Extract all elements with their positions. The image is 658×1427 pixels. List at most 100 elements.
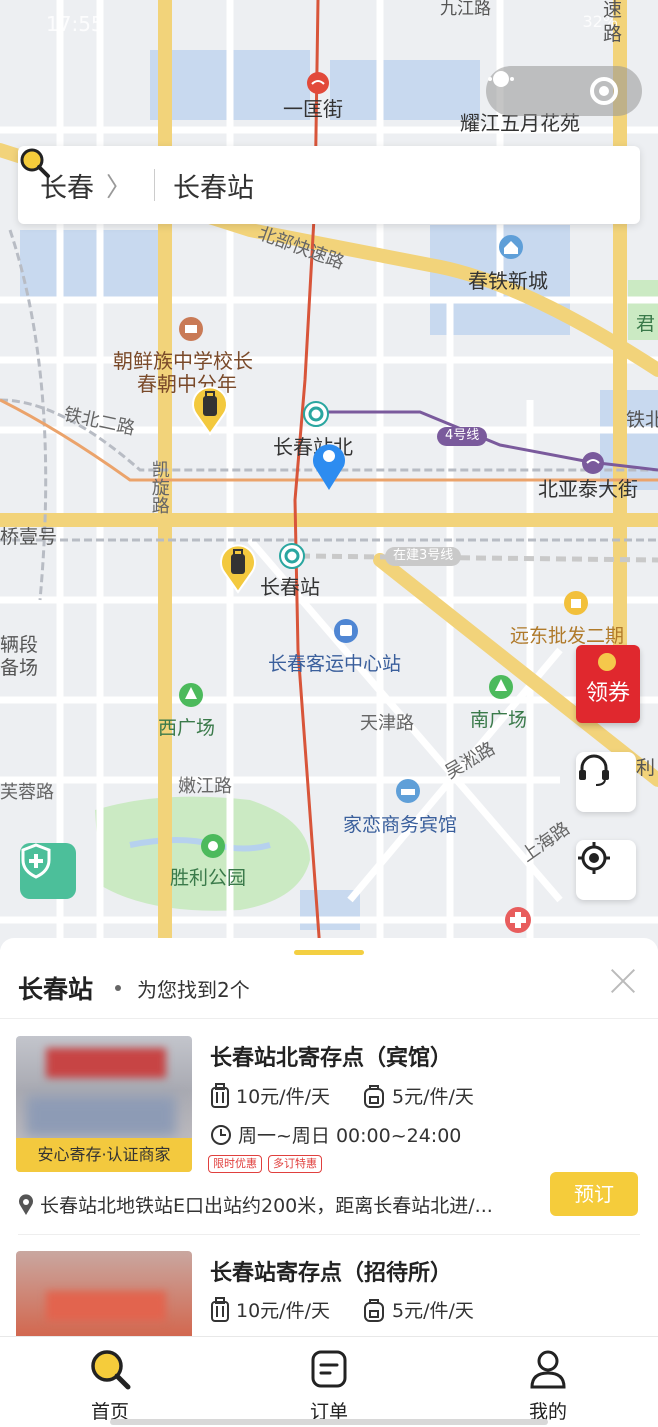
store-photo: 安心寄存·认证商家 bbox=[16, 1036, 192, 1172]
locate-button[interactable] bbox=[576, 840, 636, 900]
school-icon bbox=[179, 317, 203, 341]
headset-icon bbox=[579, 754, 609, 786]
record-icon[interactable] bbox=[590, 77, 618, 105]
search-icon bbox=[20, 148, 50, 178]
layers-icon[interactable] bbox=[486, 66, 516, 92]
price-row: 10元/件/天 5元/件/天 bbox=[210, 1296, 474, 1323]
map-label: 嫩江路 bbox=[178, 776, 232, 797]
price-row: 10元/件/天 5元/件/天 bbox=[210, 1082, 474, 1109]
price-small: 5元/件/天 bbox=[391, 1300, 474, 1322]
map-label: 朝鲜族中学校长 bbox=[113, 349, 253, 373]
bus-station-icon bbox=[334, 619, 358, 643]
backpack-icon bbox=[363, 1084, 384, 1108]
scenic-icon bbox=[201, 834, 225, 858]
metro-icon bbox=[582, 452, 604, 474]
metro-line-badge: 4号线 bbox=[437, 427, 488, 446]
luggage-pin-icon[interactable] bbox=[218, 542, 258, 594]
map-label: 凯旋路 bbox=[148, 460, 170, 514]
promo-tag: 多订特惠 bbox=[268, 1155, 322, 1173]
tab-mine[interactable]: 我的 bbox=[493, 1347, 603, 1424]
park-icon bbox=[179, 683, 203, 707]
map-label: 君 bbox=[636, 313, 656, 335]
customer-service-button[interactable] bbox=[576, 752, 636, 812]
map-label: 长春客运中心站 bbox=[268, 653, 402, 675]
map-label: 九江路 bbox=[440, 0, 491, 19]
metro-icon bbox=[279, 543, 305, 569]
map-label: 速 bbox=[603, 0, 623, 21]
map-label: 家恋商务宾馆 bbox=[343, 814, 458, 836]
divider bbox=[154, 169, 156, 201]
clock-icon bbox=[211, 1124, 231, 1145]
metro-icon bbox=[303, 401, 329, 427]
map-label: 利 bbox=[636, 757, 656, 779]
location-pin-icon bbox=[313, 444, 345, 490]
hospital-icon bbox=[505, 907, 531, 933]
promo-tags: 限时优惠 多订特惠 bbox=[208, 1155, 328, 1173]
results-sheet: 长春站 为您找到2个 安心寄存·认证商家 长春站北寄存点（宾馆） 10元/件/天… bbox=[0, 938, 658, 1338]
map-label: 北亚泰大街 bbox=[538, 477, 638, 501]
city-selector[interactable]: 长春 〉 bbox=[40, 166, 132, 205]
hotel-icon bbox=[396, 779, 420, 803]
price-small: 5元/件/天 bbox=[391, 1086, 474, 1108]
metro-line-badge: 在建3号线 bbox=[385, 547, 462, 566]
metro-icon bbox=[307, 72, 329, 94]
suitcase-icon bbox=[211, 1082, 229, 1108]
safety-button[interactable] bbox=[20, 843, 76, 899]
certified-badge: 安心寄存·认证商家 bbox=[16, 1138, 192, 1172]
coupon-label: 领券 bbox=[585, 681, 630, 706]
store-name: 长春站北寄存点（宾馆） bbox=[210, 1046, 453, 1071]
map-label: 一匡街 bbox=[283, 97, 343, 121]
shield-icon bbox=[21, 843, 51, 879]
address-row: 长春站北地铁站E口出站约200米，距离长春站北进/... bbox=[18, 1191, 493, 1218]
store-name: 长春站寄存点（招待所） bbox=[210, 1261, 453, 1286]
tab-home[interactable]: 首页 bbox=[55, 1347, 165, 1424]
map-pin-icon bbox=[19, 1193, 33, 1215]
map-label: 西广场 bbox=[158, 717, 216, 739]
map-label: 天津路 bbox=[360, 713, 414, 734]
home-indicator bbox=[110, 1419, 548, 1425]
promo-tag: 限时优惠 bbox=[208, 1155, 262, 1173]
book-button[interactable]: 预订 bbox=[550, 1172, 638, 1216]
opening-hours: 周一~周日 00:00~24:00 bbox=[238, 1125, 462, 1147]
search-bar[interactable]: 长春 〉 长春站 bbox=[18, 146, 640, 224]
hours-row: 周一~周日 00:00~24:00 bbox=[210, 1121, 461, 1148]
results-header: 长春站 为您找到2个 bbox=[18, 970, 250, 1006]
store-photo bbox=[16, 1251, 192, 1338]
map-label: 春铁新城 bbox=[468, 269, 548, 293]
status-bar: 17:55 32% bbox=[0, 0, 658, 50]
locate-icon bbox=[578, 842, 610, 874]
results-title: 长春站 bbox=[18, 975, 94, 1004]
tab-orders[interactable]: 订单 bbox=[274, 1347, 384, 1424]
park-icon bbox=[489, 675, 513, 699]
results-count: 为您找到2个 bbox=[137, 977, 250, 1002]
divider bbox=[0, 1018, 658, 1019]
coupon-button[interactable]: 领券 bbox=[576, 645, 640, 723]
map-label: 胜利公园 bbox=[170, 867, 247, 889]
map-label: 辆段 bbox=[0, 634, 39, 656]
chevron-right-icon: 〉 bbox=[106, 172, 133, 203]
map-label: 南广场 bbox=[470, 709, 528, 731]
luggage-pin-icon[interactable] bbox=[190, 384, 230, 436]
map-label: 长春站 bbox=[260, 575, 320, 599]
sheet-handle[interactable] bbox=[294, 950, 364, 955]
close-icon[interactable] bbox=[610, 968, 636, 994]
backpack-icon bbox=[363, 1298, 384, 1322]
map-layer-pill[interactable] bbox=[486, 66, 642, 116]
bottom-tab-bar: 首页 订单 我的 bbox=[0, 1336, 658, 1427]
store-address: 长春站北地铁站E口出站约200米，距离长春站北进/... bbox=[40, 1195, 493, 1217]
price-large: 10元/件/天 bbox=[236, 1300, 330, 1322]
search-input[interactable]: 长春站 bbox=[173, 166, 254, 205]
orders-icon bbox=[311, 1350, 347, 1388]
status-time: 17:55 bbox=[46, 12, 104, 36]
map-label: 桥壹号 bbox=[0, 526, 58, 548]
separator-dot bbox=[115, 985, 122, 991]
shop-icon bbox=[564, 591, 588, 615]
map-label: 备场 bbox=[0, 657, 39, 679]
home-search-icon bbox=[91, 1350, 131, 1390]
user-icon bbox=[530, 1350, 566, 1389]
divider bbox=[18, 1234, 640, 1235]
map-label: 铁北 bbox=[626, 409, 658, 431]
map-label: 芙蓉路 bbox=[0, 782, 54, 803]
map-view[interactable]: 17:55 32% 九江路 速 路 一匡街 耀江五月花苑 北部快速路 春铁新城 … bbox=[0, 0, 658, 950]
map-label: 路 bbox=[603, 23, 623, 45]
